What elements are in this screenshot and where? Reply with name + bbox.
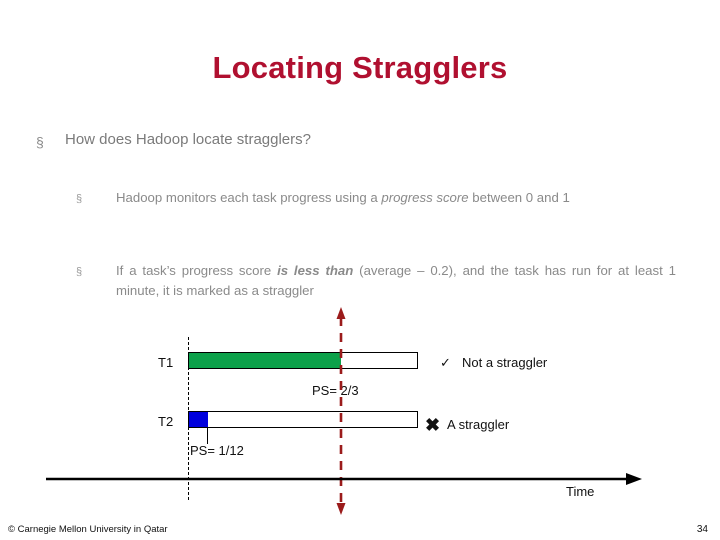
sub-bullet-2: § If a task’s progress score is less tha… — [76, 261, 676, 301]
footer-copyright: © Carnegie Mellon University in Qatar — [8, 524, 168, 535]
arrowhead-down-icon — [336, 503, 346, 515]
sub-bullet-1: § Hadoop monitors each task progress usi… — [76, 188, 676, 208]
slide: Locating Stragglers § How does Hadoop lo… — [0, 0, 720, 540]
sub-bullet-2-text: If a task’s progress score is less than … — [116, 261, 676, 301]
time-axis — [46, 473, 642, 485]
bullet-marker-icon: § — [36, 134, 44, 150]
task-label-t2: T2 — [158, 414, 174, 429]
progress-score-label-t1: PS= 2/3 — [312, 383, 359, 398]
sub-bullet-1-marker-icon: § — [76, 193, 83, 205]
sub-bullet-1-part-b: progress score — [381, 190, 469, 205]
task-bar-t2 — [188, 411, 418, 428]
sub-bullet-2-part-a: If a task’s progress score — [116, 263, 278, 278]
cross-icon: ✖ — [425, 415, 441, 435]
progress-score-label-t2: PS= 1/12 — [190, 443, 244, 458]
verdict-t2-label: A straggler — [447, 417, 510, 432]
task-start-guideline — [188, 337, 189, 500]
task-label-t1: T1 — [158, 355, 174, 370]
arrowhead-right-icon — [626, 473, 642, 485]
verdict-t2: ✖ A straggler — [425, 413, 510, 435]
task-bar-t1 — [188, 352, 418, 369]
sub-bullet-2-part-b: is less than — [277, 263, 354, 278]
sub-bullet-1-text: Hadoop monitors each task progress using… — [116, 188, 676, 208]
time-axis-label: Time — [566, 484, 595, 499]
bullet-level1-text: How does Hadoop locate stragglers? — [65, 131, 311, 148]
task-t2-leader-line — [207, 428, 208, 444]
bullet-level1: § How does Hadoop locate stragglers? — [36, 130, 676, 150]
footer-page-number: 34 — [696, 524, 708, 535]
verdict-t1-label: Not a straggler — [462, 355, 548, 370]
current-time-marker-line — [336, 307, 346, 515]
sub-bullet-2-marker-icon: § — [76, 266, 83, 278]
task-bar-t2-progress-fill — [189, 412, 208, 427]
sub-bullet-1-part-a: Hadoop monitors each task progress using… — [116, 190, 382, 205]
arrowhead-up-icon — [336, 307, 346, 319]
task-bar-t1-progress-fill — [189, 353, 341, 368]
sub-bullet-1-part-c: between 0 and 1 — [468, 190, 570, 205]
verdict-t1: ✓ Not a straggler — [440, 355, 547, 371]
page-title: Locating Stragglers — [212, 50, 508, 85]
check-icon: ✓ — [440, 355, 451, 370]
